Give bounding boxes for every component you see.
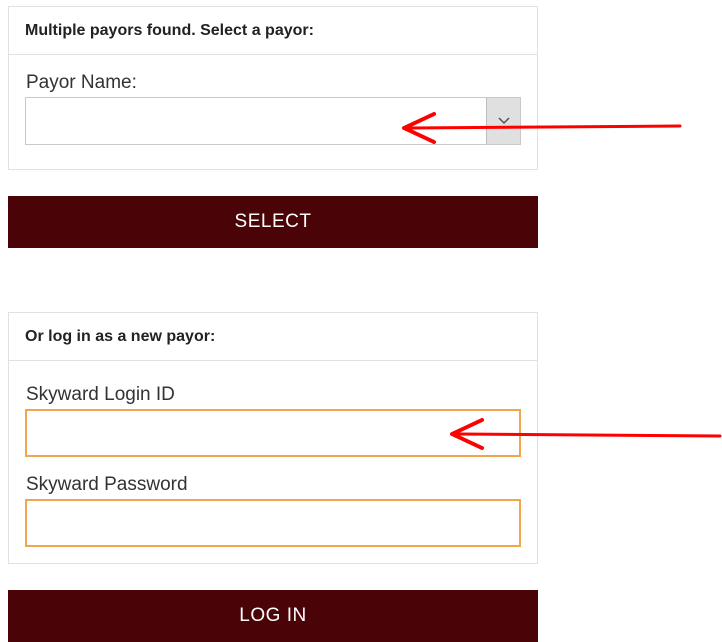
select-button[interactable]: SELECT <box>8 196 538 248</box>
login-panel-header: Or log in as a new payor: <box>9 313 537 361</box>
annotation-arrow-login-id <box>450 418 722 450</box>
login-button[interactable]: LOG IN <box>8 590 538 642</box>
payor-name-label: Payor Name: <box>26 72 137 93</box>
payor-panel-header: Multiple payors found. Select a payor: <box>9 7 537 55</box>
password-input[interactable] <box>25 499 521 547</box>
password-label: Skyward Password <box>26 474 188 495</box>
login-id-label: Skyward Login ID <box>26 384 175 405</box>
annotation-arrow-payor <box>402 112 682 144</box>
